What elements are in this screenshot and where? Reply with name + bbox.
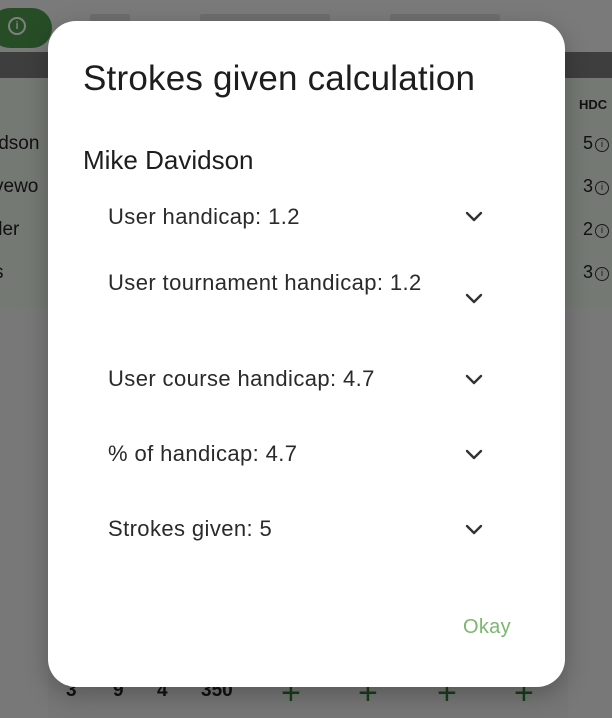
row-label: User tournament handicap: 1.2 xyxy=(108,270,422,295)
percent-of-handicap-row[interactable]: % of handicap: 4.7 xyxy=(108,439,488,469)
player-name: Mike Davidson xyxy=(83,145,254,175)
chevron-down-icon[interactable] xyxy=(463,444,485,466)
strokes-given-dialog: Strokes given calculation Mike Davidson … xyxy=(48,21,565,687)
strokes-given-row[interactable]: Strokes given: 5 xyxy=(108,514,488,544)
chevron-down-icon[interactable] xyxy=(463,519,485,541)
chevron-down-icon[interactable] xyxy=(463,206,485,228)
row-label: User course handicap: 4.7 xyxy=(108,366,375,391)
row-label: % of handicap: 4.7 xyxy=(108,441,298,466)
user-tournament-handicap-row[interactable]: User tournament handicap: 1.2 xyxy=(108,268,488,298)
dialog-title: Strokes given calculation xyxy=(83,59,476,98)
user-course-handicap-row[interactable]: User course handicap: 4.7 xyxy=(108,364,488,394)
chevron-down-icon[interactable] xyxy=(463,288,485,310)
row-label: Strokes given: 5 xyxy=(108,516,273,541)
okay-button[interactable]: Okay xyxy=(463,616,511,639)
row-label: User handicap: 1.2 xyxy=(108,204,300,229)
chevron-down-icon[interactable] xyxy=(463,369,485,391)
user-handicap-row[interactable]: User handicap: 1.2 xyxy=(108,202,488,232)
